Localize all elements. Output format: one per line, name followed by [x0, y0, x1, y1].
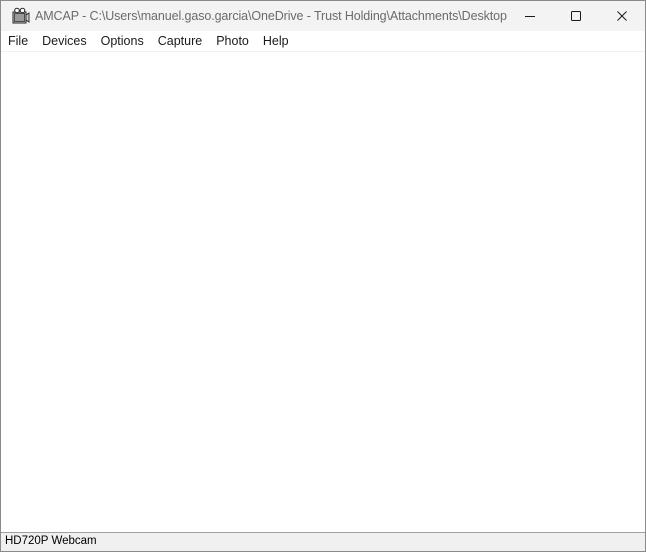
status-bar: HD720P Webcam [1, 532, 645, 551]
window-title: AMCAP - C:\Users\manuel.gaso.garcia\OneD… [35, 9, 507, 23]
status-device-name: HD720P Webcam [5, 535, 97, 547]
title-bar[interactable]: AMCAP - C:\Users\manuel.gaso.garcia\OneD… [1, 1, 645, 31]
minimize-button[interactable] [507, 1, 553, 31]
menu-bar: File Devices Options Capture Photo Help [1, 31, 645, 52]
menu-capture[interactable]: Capture [151, 31, 209, 51]
maximize-icon [571, 11, 581, 21]
amcap-window: AMCAP - C:\Users\manuel.gaso.garcia\OneD… [0, 0, 646, 552]
minimize-icon [525, 16, 535, 17]
menu-file[interactable]: File [1, 31, 35, 51]
caption-buttons [507, 1, 645, 31]
menu-devices[interactable]: Devices [35, 31, 93, 51]
menu-help[interactable]: Help [256, 31, 296, 51]
maximize-button[interactable] [553, 1, 599, 31]
menu-photo[interactable]: Photo [209, 31, 256, 51]
menu-options[interactable]: Options [94, 31, 151, 51]
preview-area [1, 52, 645, 532]
close-icon [617, 11, 627, 21]
close-button[interactable] [599, 1, 645, 31]
camera-app-icon [12, 7, 30, 24]
